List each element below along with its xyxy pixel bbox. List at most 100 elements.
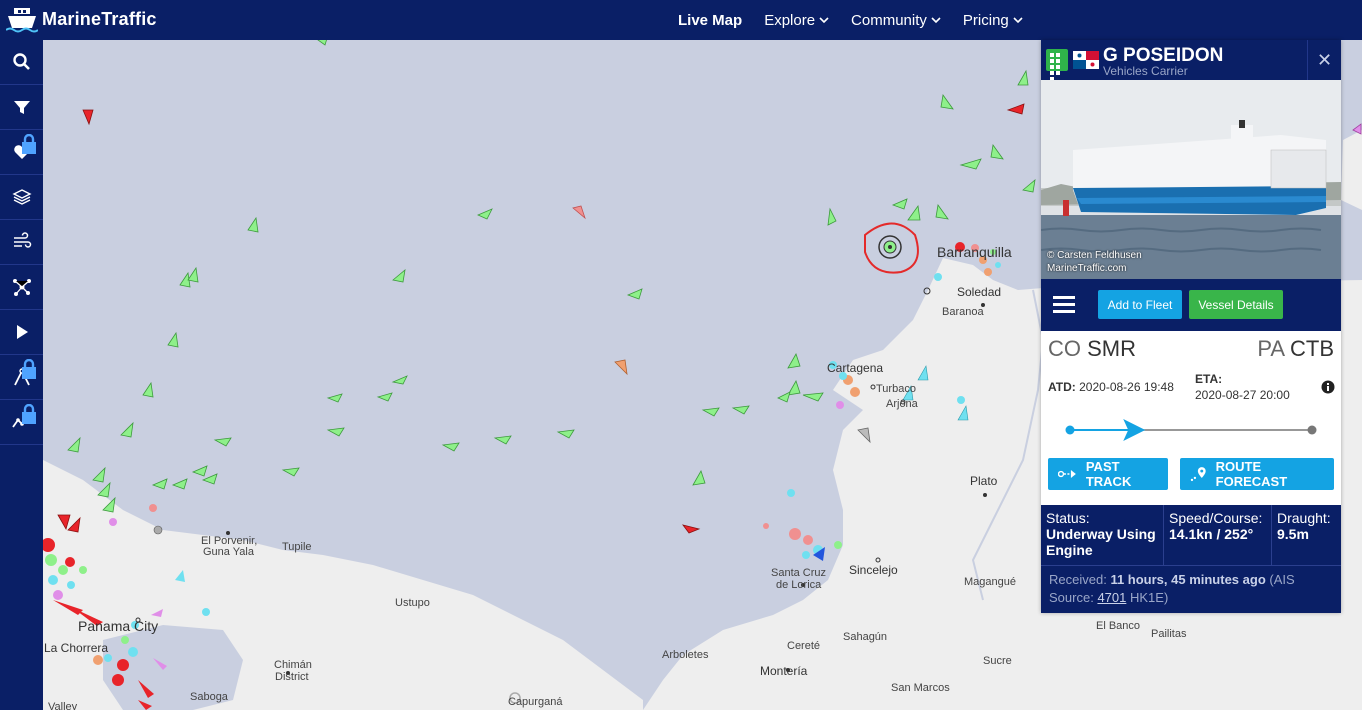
hamburger-menu-icon[interactable]	[1053, 294, 1075, 314]
route-pin-icon	[1190, 467, 1206, 482]
nav-label: Explore	[764, 11, 816, 29]
origin-country: CO	[1048, 336, 1081, 361]
place-chiman: Chimán	[274, 659, 312, 671]
chevron-down-icon	[819, 17, 829, 24]
destination-dot	[1307, 425, 1317, 435]
sidebar-weather[interactable]	[0, 220, 43, 265]
photo-credit-site: MarineTraffic.com	[1047, 263, 1127, 274]
voyage-progress-bar	[1065, 419, 1317, 441]
sidebar-measure[interactable]	[0, 355, 43, 400]
sidebar-search[interactable]	[0, 40, 43, 85]
chevron-down-icon	[1013, 17, 1023, 24]
place-arjona: Arjona	[886, 398, 918, 410]
ais-source-link[interactable]: 4701	[1097, 590, 1126, 605]
place-arboletes: Arboletes	[662, 649, 709, 661]
add-to-fleet-button[interactable]: Add to Fleet	[1098, 290, 1182, 319]
place-panama-city: Panama City	[78, 618, 159, 634]
place-cerete: Cereté	[787, 640, 821, 652]
network-icon	[12, 279, 31, 296]
play-icon	[16, 325, 28, 339]
search-icon	[12, 53, 30, 70]
destination-country: PA	[1257, 336, 1284, 361]
destination-port[interactable]: PA CTB	[1257, 336, 1334, 362]
past-track-label: PAST TRACK	[1085, 459, 1132, 489]
main-nav: Live Map Explore Community Pricing	[678, 0, 1023, 40]
place-sucre: Sucre	[983, 655, 1012, 667]
panama-flag-icon	[1073, 51, 1099, 69]
nav-label: Pricing	[962, 11, 1009, 29]
received-label: Received:	[1049, 572, 1107, 587]
sidebar-layers[interactable]	[0, 175, 43, 220]
top-bar: MarineTraffic Live Map Explore Community…	[0, 0, 1362, 40]
place-turbaco: Turbaco	[876, 383, 916, 395]
place-saboga: Saboga	[190, 691, 228, 703]
ais-source-suffix: HK1E)	[1129, 590, 1169, 605]
ship-logo-icon	[6, 8, 38, 33]
draught-label: Draught:	[1277, 510, 1331, 526]
place-pailitas: Pailitas	[1151, 628, 1187, 640]
nav-label: Live Map	[678, 11, 743, 29]
nav-live-map[interactable]: Live Map	[678, 12, 742, 29]
origin-dot	[1065, 425, 1075, 435]
atd-label: ATD:	[1048, 380, 1076, 394]
vessel-panel: G POSEIDON Vehicles Carrier ✕ © Carsten …	[1041, 40, 1341, 613]
route-forecast-button[interactable]: ROUTE FORECAST	[1180, 458, 1334, 490]
vessel-details-button[interactable]: Vessel Details	[1189, 290, 1283, 319]
eta-label: ETA:	[1195, 372, 1223, 386]
origin-port[interactable]: CO SMR	[1048, 336, 1136, 362]
photo-credit-author: © Carsten Feldhusen	[1047, 250, 1142, 261]
place-de-lorica: de Lorica	[776, 579, 822, 591]
vessel-photo[interactable]: © Carsten Feldhusen MarineTraffic.com	[1041, 80, 1341, 279]
place-barranquilla: Barranquilla	[937, 244, 1012, 260]
nav-label: Community	[851, 11, 927, 29]
close-button[interactable]: ✕	[1307, 40, 1341, 80]
place-valley: Valley	[48, 701, 78, 710]
nav-community[interactable]: Community	[851, 12, 941, 29]
sidebar-favorites[interactable]	[0, 130, 43, 175]
close-icon: ✕	[1316, 49, 1333, 70]
place-la-chorrera: La Chorrera	[44, 641, 109, 655]
vessel-grid-icon[interactable]	[1046, 49, 1068, 81]
sidebar-analytics[interactable]	[0, 400, 43, 445]
place-plato: Plato	[970, 474, 998, 488]
speed-value: 14.1kn / 252°	[1169, 526, 1254, 542]
nav-explore[interactable]: Explore	[764, 12, 829, 29]
origin-port-code: SMR	[1087, 336, 1137, 361]
sidebar-network[interactable]	[0, 265, 43, 310]
status-label: Status:	[1046, 510, 1090, 526]
status-value: Underway Using Engine	[1046, 526, 1156, 558]
past-track-button[interactable]: PAST TRACK	[1048, 458, 1168, 490]
vessel-type: Vehicles Carrier	[1103, 64, 1188, 78]
wind-icon	[13, 232, 31, 248]
nav-pricing[interactable]: Pricing	[963, 12, 1023, 29]
sidebar	[0, 40, 43, 710]
sidebar-filter[interactable]	[0, 85, 43, 130]
place-magangue: Magangué	[964, 576, 1016, 588]
vessel-actions: Add to Fleet Vessel Details	[1041, 279, 1341, 331]
place-monteria: Montería	[760, 664, 808, 678]
received-info: Received: 11 hours, 45 minutes ago (AIS …	[1041, 565, 1341, 613]
vessel-panel-header: G POSEIDON Vehicles Carrier ✕	[1041, 40, 1341, 81]
destination-port-code: CTB	[1290, 336, 1334, 361]
place-cartagena: Cartagena	[827, 361, 884, 375]
lock-icon	[22, 359, 36, 379]
info-icon[interactable]	[1321, 380, 1335, 394]
place-santa-cruz: Santa Cruz	[771, 567, 827, 579]
place-soledad: Soledad	[957, 285, 1002, 299]
place-chiman-district: District	[275, 671, 309, 683]
photo-credit: © Carsten Feldhusen MarineTraffic.com	[1047, 249, 1142, 275]
atd-value: 2020-08-26 19:48	[1079, 380, 1174, 394]
lock-icon	[22, 404, 36, 424]
atd: ATD: 2020-08-26 19:48	[1048, 380, 1174, 394]
app-name: MarineTraffic	[42, 8, 157, 29]
vessel-status-strip: Status: Underway Using Engine Speed/Cour…	[1041, 505, 1341, 565]
speed-course-cell: Speed/Course: 14.1kn / 252°	[1164, 505, 1272, 565]
logo[interactable]: MarineTraffic	[6, 4, 157, 34]
route-forecast-label: ROUTE FORECAST	[1215, 459, 1288, 489]
port-cluster-lorica	[763, 489, 842, 561]
lock-icon	[22, 134, 36, 154]
place-san-marcos: San Marcos	[891, 682, 950, 694]
place-ustupo: Ustupo	[395, 597, 430, 609]
sidebar-playback[interactable]	[0, 310, 43, 355]
place-tupile: Tupile	[282, 541, 312, 553]
